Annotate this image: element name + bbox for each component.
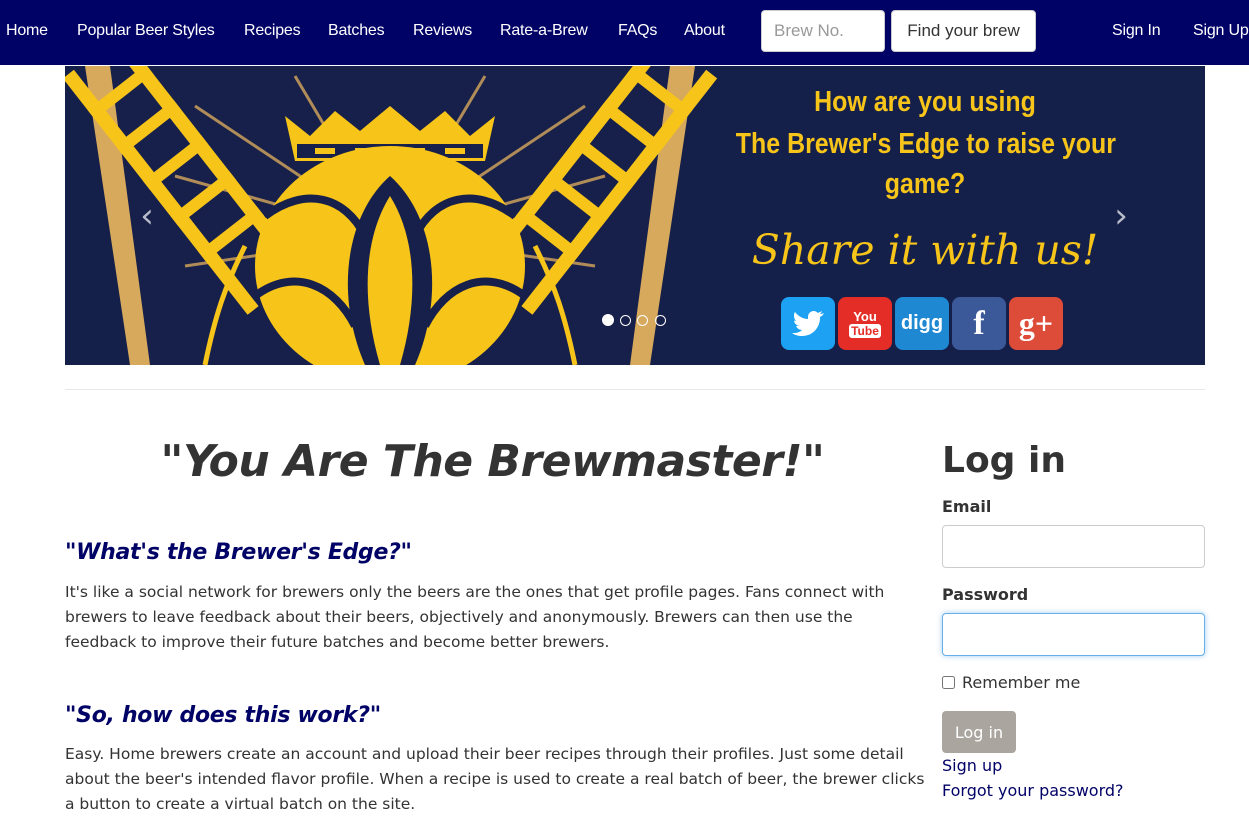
- sign-in-link[interactable]: Sign In: [1112, 22, 1161, 40]
- brew-number-input[interactable]: [761, 10, 885, 52]
- youtube-icon-bottom: Tube: [849, 323, 881, 338]
- chevron-left-icon: ‹: [140, 196, 154, 236]
- password-field[interactable]: [942, 613, 1205, 656]
- email-label: Email: [942, 497, 992, 516]
- nav-recipes[interactable]: Recipes: [244, 22, 301, 40]
- carousel-indicator-1[interactable]: [602, 314, 614, 326]
- twitter-icon: [792, 310, 824, 336]
- carousel-indicator-3[interactable]: [637, 315, 648, 326]
- digg-icon: digg: [900, 312, 944, 334]
- nav-reviews[interactable]: Reviews: [413, 22, 472, 40]
- carousel-indicator-2[interactable]: [620, 315, 631, 326]
- nav-home[interactable]: Home: [6, 22, 48, 40]
- chevron-right-icon: ›: [1114, 196, 1128, 236]
- nav-about[interactable]: About: [684, 22, 725, 40]
- facebook-button[interactable]: f: [952, 297, 1006, 350]
- page-title: "You Are The Brewmaster!": [160, 436, 825, 487]
- forgot-password-link[interactable]: Forgot your password?: [942, 781, 1124, 800]
- hero-carousel: How are you using The Brewer's Edge to r…: [65, 66, 1205, 365]
- nav-popular-beer-styles[interactable]: Popular Beer Styles: [77, 22, 215, 40]
- digg-button[interactable]: digg: [895, 297, 949, 350]
- find-your-brew-button[interactable]: Find your brew: [891, 10, 1036, 52]
- nav-batches[interactable]: Batches: [328, 22, 385, 40]
- top-navbar: Home Popular Beer Styles Recipes Batches…: [0, 0, 1249, 65]
- section-divider: [65, 389, 1205, 390]
- carousel-indicator-4[interactable]: [655, 315, 666, 326]
- carousel-prev-button[interactable]: ‹: [127, 196, 167, 236]
- remember-me-row: Remember me: [942, 673, 1080, 692]
- google-plus-icon: g+: [1018, 305, 1054, 341]
- login-title: Log in: [942, 440, 1066, 481]
- twitter-button[interactable]: [781, 297, 835, 350]
- remember-me-checkbox[interactable]: [942, 676, 955, 689]
- banner-headline-line1: How are you using: [814, 86, 1036, 118]
- banner-headline-line3: game?: [884, 168, 966, 200]
- login-button[interactable]: Log in: [942, 711, 1016, 753]
- banner-headline-line2: The Brewer's Edge to raise your: [735, 128, 1116, 160]
- sign-up-link[interactable]: Sign Up: [1193, 22, 1249, 40]
- signup-link[interactable]: Sign up: [942, 756, 1002, 775]
- youtube-icon-top: You: [853, 308, 877, 324]
- email-field[interactable]: [942, 525, 1205, 568]
- nav-faqs[interactable]: FAQs: [618, 22, 657, 40]
- faq-answer-whats-brewers-edge: It's like a social network for brewers o…: [65, 583, 885, 651]
- password-label: Password: [942, 585, 1029, 604]
- google-plus-button[interactable]: g+: [1009, 297, 1063, 350]
- faq-answer-how-does-it-work: Easy. Home brewers create an account and…: [65, 745, 925, 813]
- faq-heading-whats-brewers-edge: "What's the Brewer's Edge?": [65, 540, 412, 565]
- banner-share-text: Share it with us!: [751, 226, 1099, 274]
- carousel-next-button[interactable]: ›: [1101, 196, 1141, 236]
- faq-heading-how-does-it-work: "So, how does this work?": [65, 703, 381, 728]
- facebook-icon: f: [973, 304, 985, 342]
- youtube-button[interactable]: You Tube: [838, 297, 892, 350]
- nav-rate-a-brew[interactable]: Rate-a-Brew: [500, 22, 588, 40]
- remember-me-label: Remember me: [962, 673, 1081, 692]
